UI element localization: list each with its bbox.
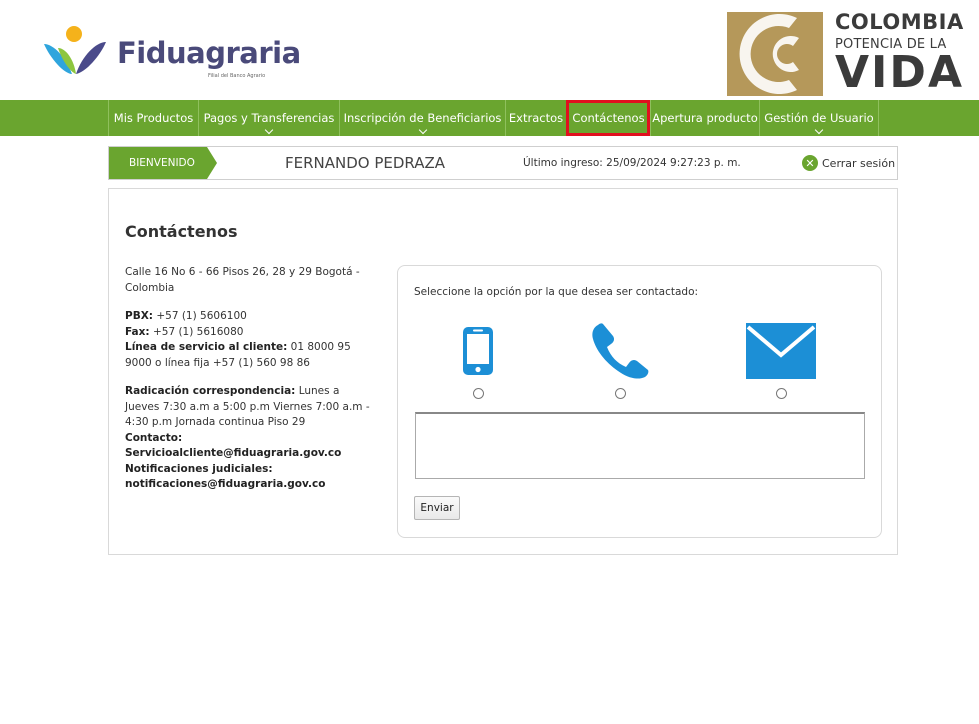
contact-panel: Contáctenos Calle 16 No 6 - 66 Pisos 26,… [108,188,898,555]
contact-form: Seleccione la opción por la que desea se… [397,265,882,538]
gov-emblem-arcs-icon [739,14,799,94]
nav-item-mis-productos[interactable]: Mis Productos [108,100,198,136]
close-circle-icon: ✕ [802,155,818,171]
header: Fiduagraria Filial del Banco Agrario COL… [0,0,979,100]
judicial-label: Notificaciones judiciales: [125,462,273,475]
service-label: Línea de servicio al cliente: [125,341,288,353]
gov-logo-line3: VIDA [835,47,964,98]
radicacion-label: Radicación correspondencia: [125,385,296,397]
contacto-label: Contacto: [125,431,183,444]
nav-items: Mis Productos Pagos y Transferencias Ins… [108,100,879,136]
colombia-potencia-logo: COLOMBIA POTENCIA DE LA VIDA [727,6,979,98]
brand-name: Fiduagraria [117,36,301,70]
contact-hours: Radicación correspondencia: Lunes a Juev… [125,384,375,493]
gov-emblem-icon [727,12,823,96]
gov-logo-line1: COLOMBIA [835,10,964,34]
contact-info: Calle 16 No 6 - 66 Pisos 26, 28 y 29 Bog… [125,265,375,506]
option-phone[interactable] [580,320,660,400]
option-email[interactable] [741,320,821,400]
nav-item-pagos-transferencias[interactable]: Pagos y Transferencias [198,100,339,136]
fax-label: Fax: [125,325,150,338]
nav-item-apertura-producto[interactable]: Apertura producto [650,100,759,136]
email-envelope-icon[interactable] [746,320,816,382]
chevron-down-icon [814,125,824,135]
logout-label: Cerrar sesión [822,156,896,170]
nav-item-inscripcion-beneficiarios[interactable]: Inscripción de Beneficiarios [339,100,505,136]
contact-address: Calle 16 No 6 - 66 Pisos 26, 28 y 29 Bog… [125,266,360,294]
contact-prompt: Seleccione la opción por la que desea se… [414,286,699,298]
contact-phones: PBX: +57 (1) 5606100 Fax: +57 (1) 561608… [125,309,375,371]
user-name: FERNANDO PEDRAZA [285,154,446,172]
welcome-bar: BIENVENIDO FERNANDO PEDRAZA Último ingre… [108,146,898,180]
mobile-phone-icon[interactable] [462,320,494,382]
fiduagraria-logo[interactable]: Fiduagraria Filial del Banco Agrario [40,14,301,84]
page-title: Contáctenos [125,222,238,241]
pbx-label: PBX: [125,310,153,322]
telephone-icon[interactable] [591,320,649,382]
radio-phone[interactable] [614,388,626,399]
brand-tagline: Filial del Banco Agrario [208,73,266,79]
option-mobile[interactable] [438,320,518,400]
radio-mobile[interactable] [472,388,484,399]
nav-item-contactenos[interactable]: Contáctenos [566,100,650,136]
contacto-email[interactable]: Servicioalcliente@fiduagraria.gov.co [125,447,341,459]
nav-item-gestion-usuario[interactable]: Gestión de Usuario [759,100,879,136]
nav-item-extractos[interactable]: Extractos [505,100,566,136]
send-button[interactable]: Enviar [414,496,460,520]
chevron-down-icon [264,125,274,135]
welcome-tag: BIENVENIDO [109,147,217,179]
main-nav: Mis Productos Pagos y Transferencias Ins… [0,100,979,136]
judicial-email[interactable]: notificaciones@fiduagraria.gov.co [125,478,325,490]
fax-value: +57 (1) 5616080 [149,325,244,338]
logout-button[interactable]: ✕ Cerrar sesión [802,147,895,179]
fiduagraria-emblem-icon [44,26,106,74]
last-login: Último ingreso: 25/09/2024 9:27:23 p. m. [523,157,741,169]
pbx-value: +57 (1) 5606100 [153,310,247,322]
chevron-down-icon [418,125,427,135]
message-textarea[interactable] [415,412,865,479]
radio-email[interactable] [775,388,787,399]
